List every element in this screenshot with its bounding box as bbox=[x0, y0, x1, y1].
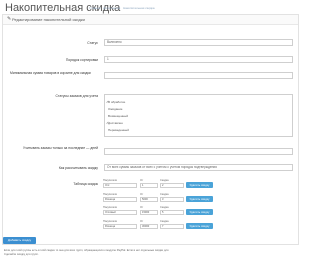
breadcrumb-extensions[interactable]: Дополнения bbox=[103, 6, 120, 10]
remove-tier-button[interactable]: Удалить скидку bbox=[186, 223, 213, 229]
tier-from-input[interactable]: 15000 bbox=[140, 210, 158, 215]
tier-discount-label: Скидка bbox=[160, 179, 169, 182]
pencil-icon: ✎ bbox=[7, 16, 12, 22]
tiers-label: Таблица скидок bbox=[73, 182, 98, 186]
tier-discount-input[interactable]: 7 bbox=[160, 224, 184, 229]
breadcrumb: Главная Дополнения Накопительная скидка bbox=[89, 6, 157, 10]
order-status-label-text: В обработке bbox=[108, 100, 126, 104]
tier-from-input[interactable]: 30000 bbox=[140, 224, 158, 229]
tier-from-input[interactable]: 1 bbox=[140, 183, 158, 188]
tier-group-input[interactable]: Оптовый bbox=[103, 210, 137, 215]
order-status-label-text: Возмещенный bbox=[108, 114, 128, 118]
panel-title: Редактирование накопительной скидки bbox=[12, 17, 85, 22]
calc-label: Как рассчитывать скидку bbox=[58, 166, 98, 170]
remove-tier-button[interactable]: Удалить скидку bbox=[186, 196, 213, 202]
tier-group-input[interactable]: Розница bbox=[103, 197, 137, 202]
tier-group-label: Покупатели bbox=[103, 179, 118, 182]
footnote-text: Сделайте скидку для групп. bbox=[4, 253, 39, 256]
order-status-list: ✓ В обработке Ожидание Возмещенный ✓ Дос… bbox=[104, 94, 293, 137]
tier-discount-label: Скидка bbox=[160, 193, 169, 196]
order-status-label-text: Доставлен bbox=[108, 121, 123, 125]
tier-from-input[interactable]: 5000 bbox=[140, 197, 158, 202]
order-status-transferred[interactable]: Переведенный bbox=[108, 128, 129, 132]
checkmark-icon: ✓ bbox=[106, 100, 109, 104]
order-status-label-text: Ожидание bbox=[108, 107, 123, 111]
period-label: Учитывать заказы только за последние — д… bbox=[23, 146, 98, 150]
tier-group-label: Покупатели bbox=[103, 193, 118, 196]
sort-order-input[interactable]: 1 bbox=[104, 56, 293, 63]
panel-header: ✎ Редактирование накопительной скидки bbox=[3, 15, 298, 25]
tier-group-label: Покупатели bbox=[103, 220, 118, 223]
order-status-delivered[interactable]: ✓ Доставлен bbox=[106, 121, 123, 125]
tier-from-label: От bbox=[140, 179, 144, 182]
add-tier-button[interactable]: Добавить скидку bbox=[3, 237, 36, 244]
tier-group-input[interactable]: Розница bbox=[103, 224, 137, 229]
breadcrumb-home[interactable]: Главная bbox=[89, 6, 100, 10]
order-status-refunded[interactable]: Возмещенный bbox=[108, 114, 128, 118]
checkmark-icon: ✓ bbox=[106, 121, 109, 125]
tier-from-label: От bbox=[140, 193, 144, 196]
tier-discount-label: Скидка bbox=[160, 220, 169, 223]
breadcrumb-current[interactable]: Накопительная скидка bbox=[123, 6, 154, 10]
tier-discount-input[interactable]: 5 bbox=[160, 210, 184, 215]
min-sum-label: Минимальная сумма товаров в корзине для … bbox=[10, 71, 91, 75]
remove-tier-button[interactable]: Удалить скидку bbox=[186, 182, 213, 188]
tier-group-input[interactable]: Опт bbox=[103, 183, 137, 188]
status-label: Статус bbox=[87, 41, 98, 45]
min-sum-input[interactable] bbox=[104, 72, 293, 79]
period-input[interactable] bbox=[104, 148, 293, 155]
tier-group-label: Покупатели bbox=[103, 206, 118, 209]
tier-discount-input[interactable]: 2 bbox=[160, 183, 184, 188]
tier-discount-label: Скидка bbox=[160, 206, 169, 209]
tier-from-label: От bbox=[140, 220, 144, 223]
status-select[interactable]: Включено bbox=[104, 39, 293, 46]
footnote-text: Если для этой группы есть в этой скидке … bbox=[4, 249, 169, 252]
sort-order-label: Порядок сортировки bbox=[65, 58, 98, 62]
remove-tier-button[interactable]: Удалить скидку bbox=[186, 209, 213, 215]
calc-select[interactable]: От всех суммы заказов от всех с учетом с… bbox=[104, 164, 293, 171]
tier-from-label: От bbox=[140, 206, 144, 209]
order-status-label-text: Переведенный bbox=[108, 128, 129, 132]
order-status-label: Статусы заказов для учета bbox=[55, 94, 98, 98]
tier-discount-input[interactable]: 3 bbox=[160, 197, 184, 202]
order-status-processing[interactable]: ✓ В обработке bbox=[106, 100, 126, 104]
order-status-pending[interactable]: Ожидание bbox=[108, 107, 122, 111]
